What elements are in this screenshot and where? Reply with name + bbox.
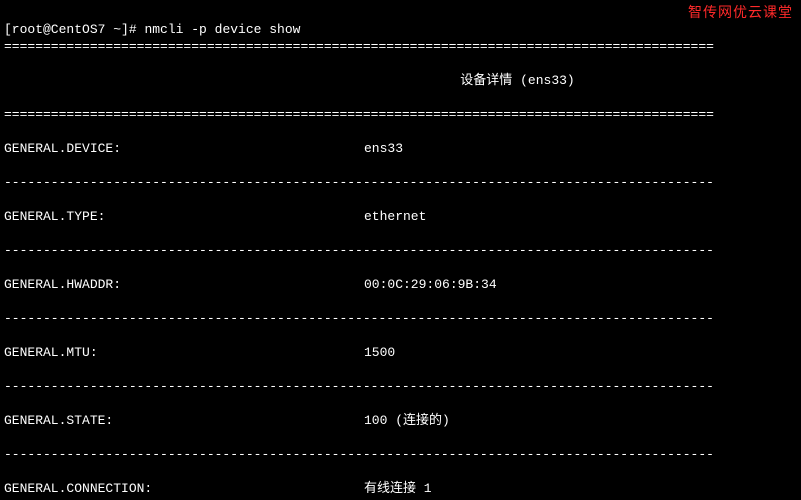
kv-row: GENERAL.HWADDR:00:0C:29:06:9B:34 xyxy=(4,276,797,293)
kv-value: 1500 xyxy=(364,344,797,361)
separator-dash: ----------------------------------------… xyxy=(4,242,797,259)
shell-prompt: [root@CentOS7 ~]# xyxy=(4,22,144,37)
terminal-output: [root@CentOS7 ~]# nmcli -p device show =… xyxy=(0,0,801,500)
kv-row: GENERAL.DEVICE:ens33 xyxy=(4,140,797,157)
kv-key: GENERAL.MTU: xyxy=(4,344,364,361)
kv-row: GENERAL.STATE:100 (连接的) xyxy=(4,412,797,429)
kv-value: 00:0C:29:06:9B:34 xyxy=(364,276,797,293)
kv-row: GENERAL.CONNECTION:有线连接 1 xyxy=(4,480,797,497)
kv-value: ens33 xyxy=(364,140,797,157)
separator-dash: ----------------------------------------… xyxy=(4,174,797,191)
separator-dash: ----------------------------------------… xyxy=(4,310,797,327)
separator-dash: ----------------------------------------… xyxy=(4,378,797,395)
separator-dash: ----------------------------------------… xyxy=(4,446,797,463)
kv-key: GENERAL.CONNECTION: xyxy=(4,480,364,497)
kv-key: GENERAL.DEVICE: xyxy=(4,140,364,157)
kv-key: GENERAL.TYPE: xyxy=(4,208,364,225)
watermark-text: 智传网优云课堂 xyxy=(688,4,793,21)
shell-command: nmcli -p device show xyxy=(144,22,300,37)
separator-double: ========================================… xyxy=(4,106,797,123)
kv-row: GENERAL.MTU:1500 xyxy=(4,344,797,361)
separator-double: ========================================… xyxy=(4,38,797,55)
kv-row: GENERAL.TYPE:ethernet xyxy=(4,208,797,225)
device-title-row: 设备详情 (ens33) xyxy=(4,72,797,89)
kv-value: ethernet xyxy=(364,208,797,225)
kv-value: 100 (连接的) xyxy=(364,412,797,429)
kv-key: GENERAL.HWADDR: xyxy=(4,276,364,293)
kv-key: GENERAL.STATE: xyxy=(4,412,364,429)
kv-value: 有线连接 1 xyxy=(364,480,797,497)
device-title-label: 设备详情 xyxy=(460,73,512,88)
device-title-name: (ens33) xyxy=(520,73,575,88)
